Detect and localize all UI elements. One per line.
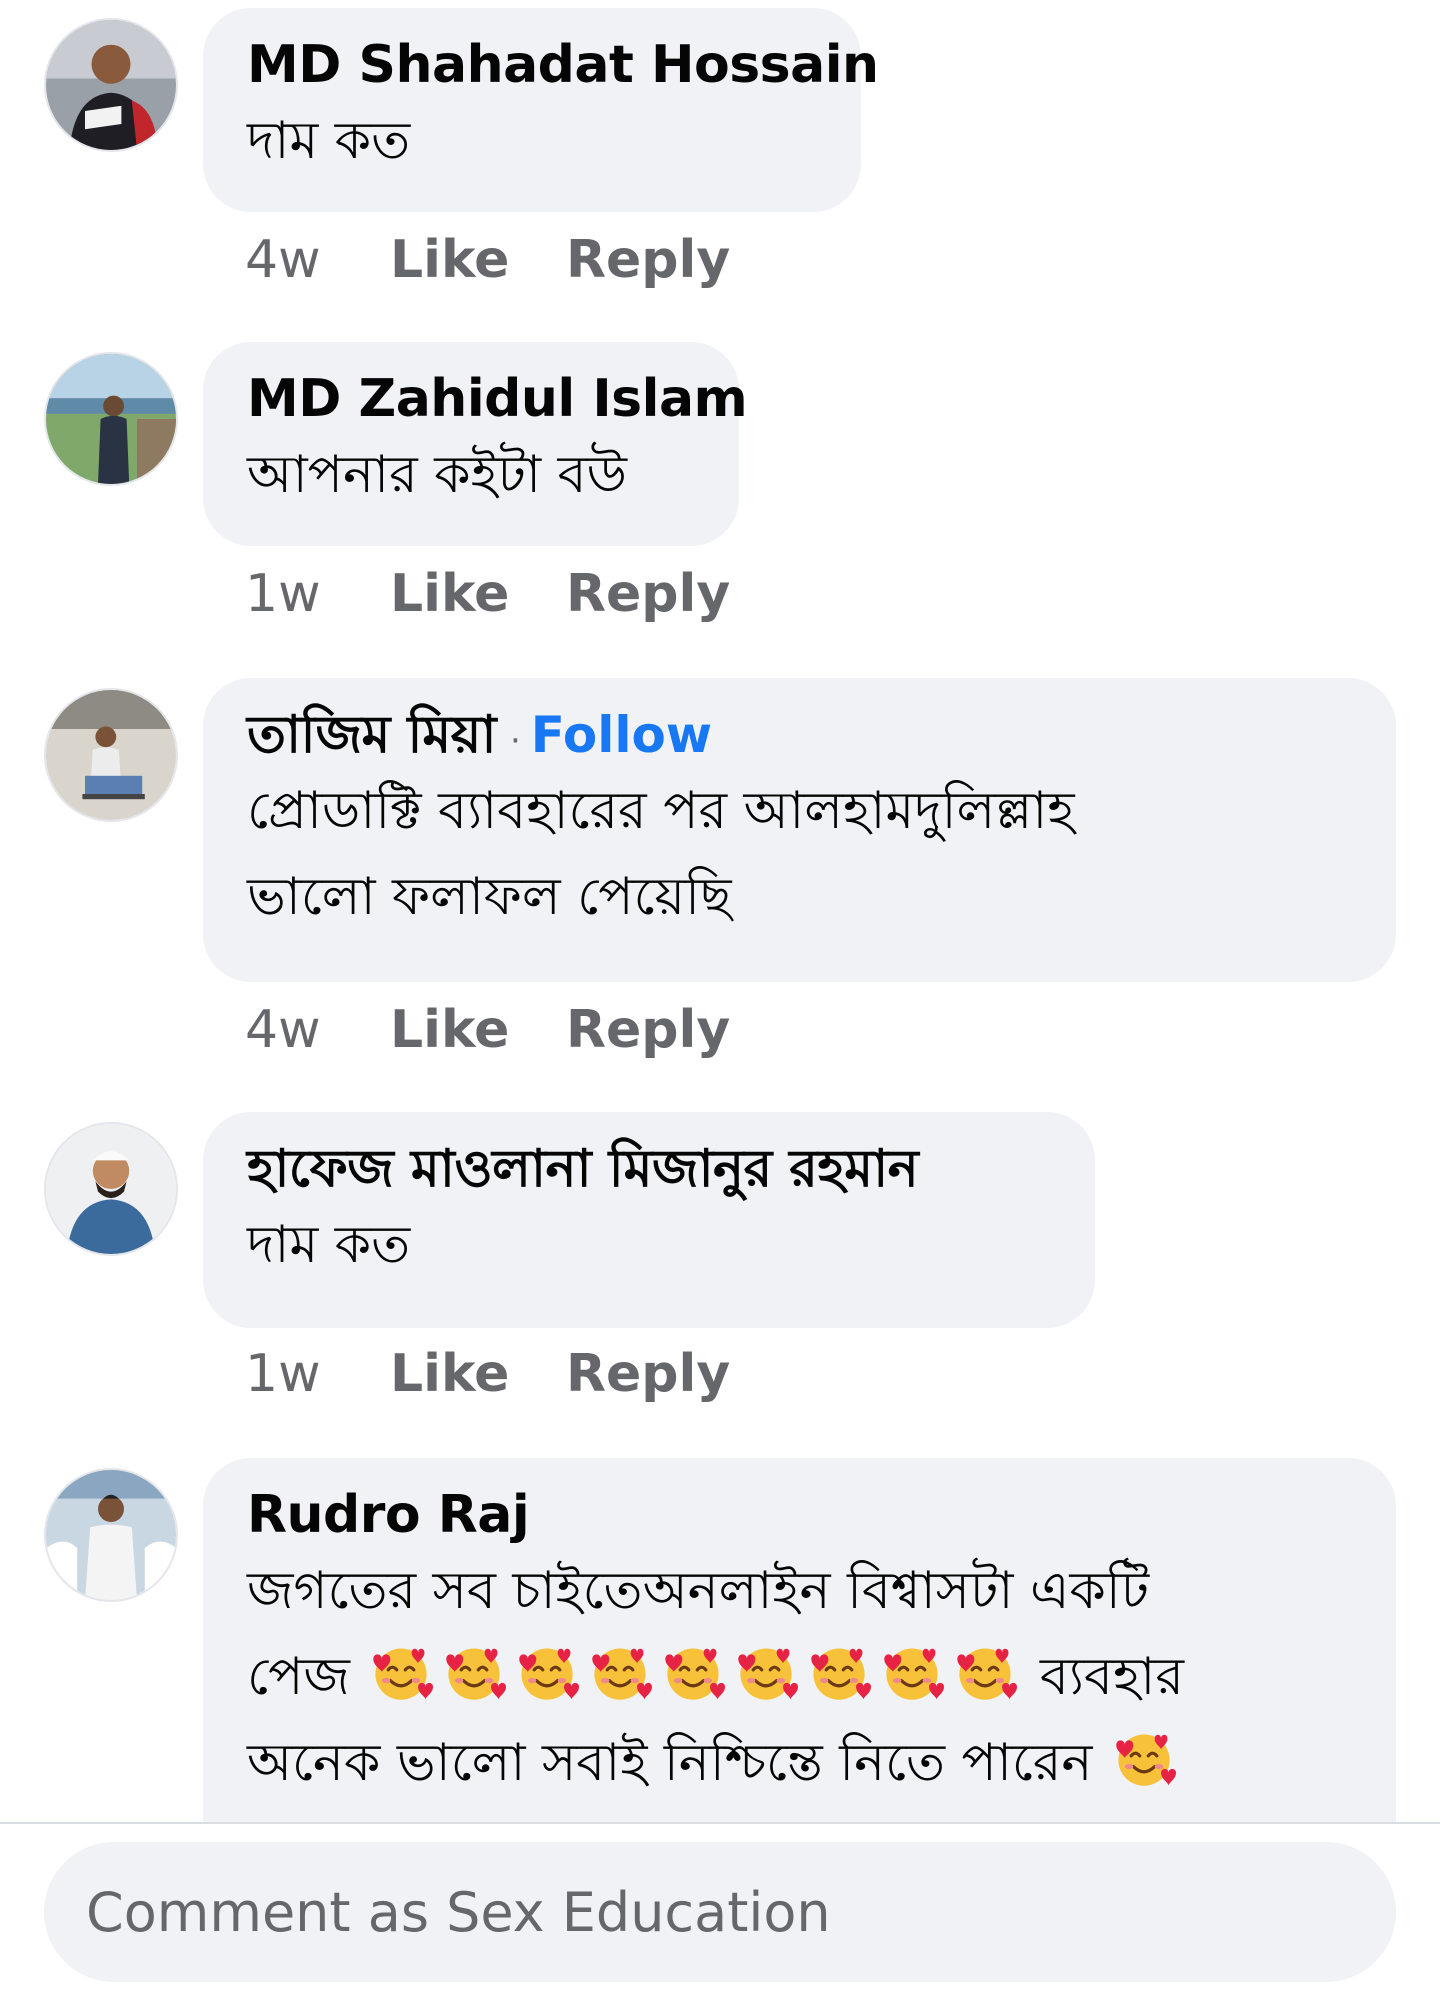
comment-input[interactable]: Comment as Sex Education: [44, 1842, 1396, 1982]
comment-text-line: জগতের সব চাইতেঅনলাইন বিশ্বাসটা একটি: [247, 1561, 1150, 1621]
comment-actions: 4w Like Reply: [245, 1000, 730, 1060]
comment-text: জগতের সব চাইতেঅনলাইন বিশ্বাসটা একটি পেজ …: [247, 1548, 1352, 1806]
comment-actions: 1w Like Reply: [245, 564, 730, 624]
reply-button[interactable]: Reply: [566, 564, 730, 624]
comment-text-line: ভালো ফলাফল পেয়েছি: [247, 867, 732, 927]
smiling-face-with-hearts-icon: [811, 1648, 872, 1700]
comment-bubble: Rudro Raj জগতের সব চাইতেঅনলাইন বিশ্বাসটা…: [203, 1458, 1396, 1822]
comment-text: আপনার কইটা বউ: [247, 445, 628, 505]
comment-timestamp[interactable]: 1w: [245, 564, 390, 624]
comment-author[interactable]: MD Zahidul Islam: [247, 368, 748, 430]
comment-text: দাম কত: [247, 111, 411, 171]
comment-author[interactable]: MD Shahadat Hossain: [247, 34, 879, 96]
comment-timestamp[interactable]: 1w: [245, 1344, 390, 1404]
smiling-face-with-hearts-icon: [373, 1648, 434, 1700]
comment-text-line: প্রোডাক্টি ব্যাবহারের পর আলহামদুলিল্লাহ: [247, 781, 1075, 841]
avatar[interactable]: [44, 1122, 178, 1256]
comment-text-line-with-emoji: পেজ ব্যবহার: [247, 1634, 1352, 1720]
comment-actions: 4w Like Reply: [245, 230, 730, 290]
smiling-face-with-hearts-icon: [665, 1648, 726, 1700]
reply-button[interactable]: Reply: [566, 1000, 730, 1060]
emoji-group: [1109, 1733, 1182, 1793]
comment-actions: 1w Like Reply: [245, 1344, 730, 1404]
avatar-photo: [46, 1470, 176, 1600]
smiling-face-with-hearts-icon: [592, 1648, 653, 1700]
comment-bubble: তাজিম মিয়া · Follow প্রোডাক্টি ব্যাবহার…: [203, 678, 1396, 982]
comment-text-line-with-emoji: অনেক ভালো সবাই নিশ্চিন্তে নিতে পারেন: [247, 1720, 1352, 1806]
comment-text-fragment: পেজ: [247, 1647, 350, 1707]
avatar[interactable]: [44, 352, 178, 486]
avatar-photo: [46, 354, 176, 484]
smiling-face-with-hearts-icon: [446, 1648, 507, 1700]
avatar[interactable]: [44, 688, 178, 822]
comment-author[interactable]: Rudro Raj: [247, 1484, 530, 1546]
comment-text-fragment: ব্যবহার: [1039, 1647, 1184, 1707]
avatar[interactable]: [44, 18, 178, 152]
avatar-photo: [46, 1124, 176, 1254]
avatar-photo: [46, 20, 176, 150]
like-button[interactable]: Like: [390, 1344, 566, 1404]
smiling-face-with-hearts-icon: [1116, 1734, 1177, 1786]
comment-input-placeholder: Comment as Sex Education: [86, 1880, 831, 1944]
emoji-group: [366, 1647, 1023, 1707]
comment-bubble: MD Shahadat Hossain দাম কত: [203, 8, 879, 212]
comment-bubble: হাফেজ মাওলানা মিজানুর রহমান দাম কত: [203, 1112, 1095, 1328]
comment-bubble: MD Zahidul Islam আপনার কইটা বউ: [203, 342, 748, 546]
comment-text-fragment: অনেক ভালো সবাই নিশ্চিন্তে নিতে পারেন: [247, 1733, 1093, 1793]
smiling-face-with-hearts-icon: [738, 1648, 799, 1700]
comment-text: দাম কত: [247, 1215, 411, 1275]
comment-author[interactable]: হাফেজ মাওলানা মিজানুর রহমান: [247, 1138, 919, 1200]
smiling-face-with-hearts-icon: [884, 1648, 945, 1700]
like-button[interactable]: Like: [390, 564, 566, 624]
smiling-face-with-hearts-icon: [519, 1648, 580, 1700]
smiling-face-with-hearts-icon: [957, 1648, 1018, 1700]
separator-dot: ·: [509, 721, 521, 761]
avatar-photo: [46, 690, 176, 820]
comment-timestamp[interactable]: 4w: [245, 230, 390, 290]
reply-button[interactable]: Reply: [566, 1344, 730, 1404]
comment-timestamp[interactable]: 4w: [245, 1000, 390, 1060]
comment-text: প্রোডাক্টি ব্যাবহারের পর আলহামদুলিল্লাহ …: [247, 768, 1352, 940]
comments-list: MD Shahadat Hossain দাম কত 4w Like Reply…: [0, 0, 1440, 1822]
divider: [0, 1822, 1440, 1824]
follow-button[interactable]: Follow: [531, 706, 712, 764]
comment-author[interactable]: তাজিম মিয়া: [247, 704, 496, 766]
like-button[interactable]: Like: [390, 1000, 566, 1060]
like-button[interactable]: Like: [390, 230, 566, 290]
avatar[interactable]: [44, 1468, 178, 1602]
reply-button[interactable]: Reply: [566, 230, 730, 290]
